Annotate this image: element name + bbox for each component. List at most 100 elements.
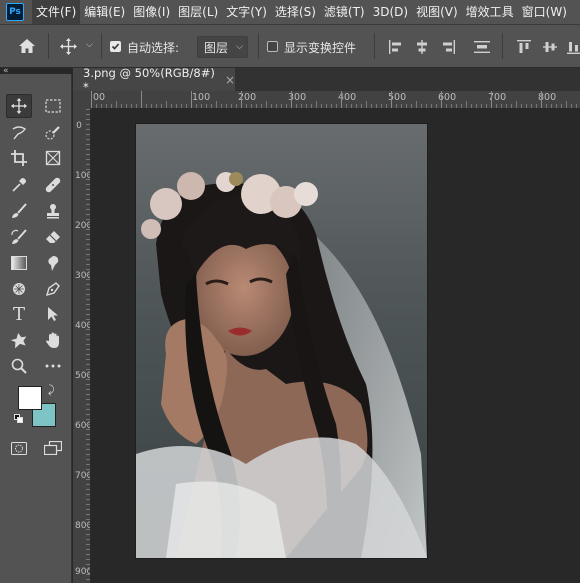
ruler-tick: [466, 101, 467, 108]
menu-type[interactable]: 文字(Y): [222, 0, 271, 24]
ruler-tick: [86, 344, 90, 345]
default-colors-icon[interactable]: [14, 414, 23, 426]
path-selection-tool-icon[interactable]: [40, 302, 66, 326]
menu-3d[interactable]: 3D(D): [369, 0, 412, 24]
show-transform-checkbox[interactable]: [267, 41, 278, 52]
auto-select-checkbox[interactable]: [110, 41, 121, 52]
ruler-tick: [86, 109, 90, 110]
custom-shape-tool-icon[interactable]: [6, 328, 32, 352]
ruler-tick: [86, 154, 90, 155]
ruler-tick: [86, 494, 90, 495]
ruler-tick: [561, 104, 562, 108]
ruler-tick: [86, 319, 90, 320]
pen-tool-icon[interactable]: [40, 277, 66, 301]
ruler-tick: [86, 399, 90, 400]
menu-select[interactable]: 选择(S): [271, 0, 320, 24]
more-tools-icon[interactable]: [40, 354, 66, 378]
brush-tool-icon[interactable]: [6, 199, 32, 223]
document-image[interactable]: [136, 124, 427, 558]
align-top-icon[interactable]: [516, 39, 532, 55]
photoshop-logo: Ps: [6, 3, 24, 21]
document-tab-title: 3.png @ 50%(RGB/8#) *: [83, 65, 215, 94]
menu-file[interactable]: 文件(F): [32, 0, 81, 24]
ruler-tick: [446, 104, 447, 108]
align-center-icon[interactable]: [414, 39, 430, 55]
healing-brush-tool-icon[interactable]: [40, 173, 66, 197]
ruler-tick: [341, 91, 342, 108]
menu-layer[interactable]: 图层(L): [174, 0, 222, 24]
move-tool-icon[interactable]: [6, 94, 32, 118]
smudge-tool-icon[interactable]: [40, 251, 66, 275]
ruler-tick: [436, 104, 437, 108]
align-left-icon[interactable]: [388, 39, 404, 55]
ruler-tick: [86, 284, 90, 285]
close-icon[interactable]: ×: [225, 73, 235, 87]
ruler-tick: [191, 91, 192, 108]
ruler-tick: [86, 534, 90, 535]
ruler-tick: [516, 101, 517, 108]
ruler-tick: [86, 404, 90, 405]
ruler-tick: [86, 479, 90, 480]
ruler-tick: [346, 104, 347, 108]
ruler-tick: [86, 444, 90, 445]
menu-filter[interactable]: 滤镜(T): [320, 0, 369, 24]
chevron-down-icon[interactable]: ⌵: [86, 40, 93, 50]
gradient-tool-icon[interactable]: [6, 251, 32, 275]
menu-image[interactable]: 图像(I): [129, 0, 174, 24]
ruler-tick: [86, 144, 90, 145]
ruler-tick: [456, 104, 457, 108]
ruler-tick: [546, 104, 547, 108]
auto-select-label: 自动选择:: [127, 41, 180, 55]
ruler-tick: [141, 91, 142, 108]
ruler-tick: [86, 139, 90, 140]
eyedropper-tool-icon[interactable]: [6, 173, 32, 197]
ruler-tick: [451, 104, 452, 108]
home-icon[interactable]: [18, 38, 36, 54]
type-tool-icon[interactable]: T: [6, 302, 32, 326]
frame-tool-icon[interactable]: [40, 146, 66, 170]
document-tab[interactable]: 3.png @ 50%(RGB/8#) * ×: [73, 65, 235, 94]
auto-select-target-dropdown[interactable]: 图层 ⌵: [197, 36, 248, 58]
ruler-tick: [556, 104, 557, 108]
ruler-tick: [86, 299, 90, 300]
swap-colors-icon[interactable]: ⤸: [48, 383, 55, 397]
lasso-tool-icon[interactable]: [6, 121, 32, 145]
ruler-tick: [481, 104, 482, 108]
quick-selection-tool-icon[interactable]: [40, 121, 66, 145]
ruler-tick: [486, 104, 487, 108]
vertical-ruler[interactable]: 0 100 200 300 400 500 600 700 800 900: [73, 109, 91, 583]
ruler-tick: [86, 264, 90, 265]
align-middle-icon[interactable]: [542, 39, 558, 55]
align-right-icon[interactable]: [440, 39, 456, 55]
quick-mask-icon[interactable]: [6, 436, 32, 460]
ruler-tick: [86, 279, 90, 280]
ruler-tick: [86, 349, 90, 350]
menu-view[interactable]: 视图(V): [412, 0, 462, 24]
align-bottom-icon[interactable]: [566, 39, 580, 55]
hand-tool-icon[interactable]: [40, 328, 66, 352]
menu-edit[interactable]: 编辑(E): [80, 0, 129, 24]
move-icon[interactable]: [60, 38, 77, 55]
screen-mode-icon[interactable]: [40, 436, 66, 460]
ruler-tick: [511, 104, 512, 108]
ruler-tick: [86, 119, 90, 120]
horizontal-ruler[interactable]: 00 100 200 300 400 500 600 700 800: [91, 91, 580, 109]
menu-window[interactable]: 窗口(W): [518, 0, 571, 24]
marquee-tool-icon[interactable]: [40, 94, 66, 118]
distribute-vertical-icon[interactable]: [473, 39, 491, 55]
ruler-tick: [86, 209, 90, 210]
ruler-tick: [541, 91, 542, 108]
ruler-tick: [86, 564, 90, 565]
menu-plugins[interactable]: 增效工具: [462, 0, 518, 24]
clone-stamp-tool-icon[interactable]: [40, 199, 66, 223]
eraser-tool-icon[interactable]: [40, 225, 66, 249]
crop-tool-icon[interactable]: [6, 146, 32, 170]
ruler-tick: [441, 91, 442, 108]
ruler-tick: [166, 101, 167, 108]
zoom-tool-icon[interactable]: [6, 354, 32, 378]
foreground-color-swatch[interactable]: [18, 386, 42, 410]
show-transform-label: 显示变换控件: [284, 41, 357, 55]
ruler-tick: [86, 414, 90, 415]
dodge-tool-icon[interactable]: [6, 277, 32, 301]
history-brush-tool-icon[interactable]: [6, 225, 32, 249]
